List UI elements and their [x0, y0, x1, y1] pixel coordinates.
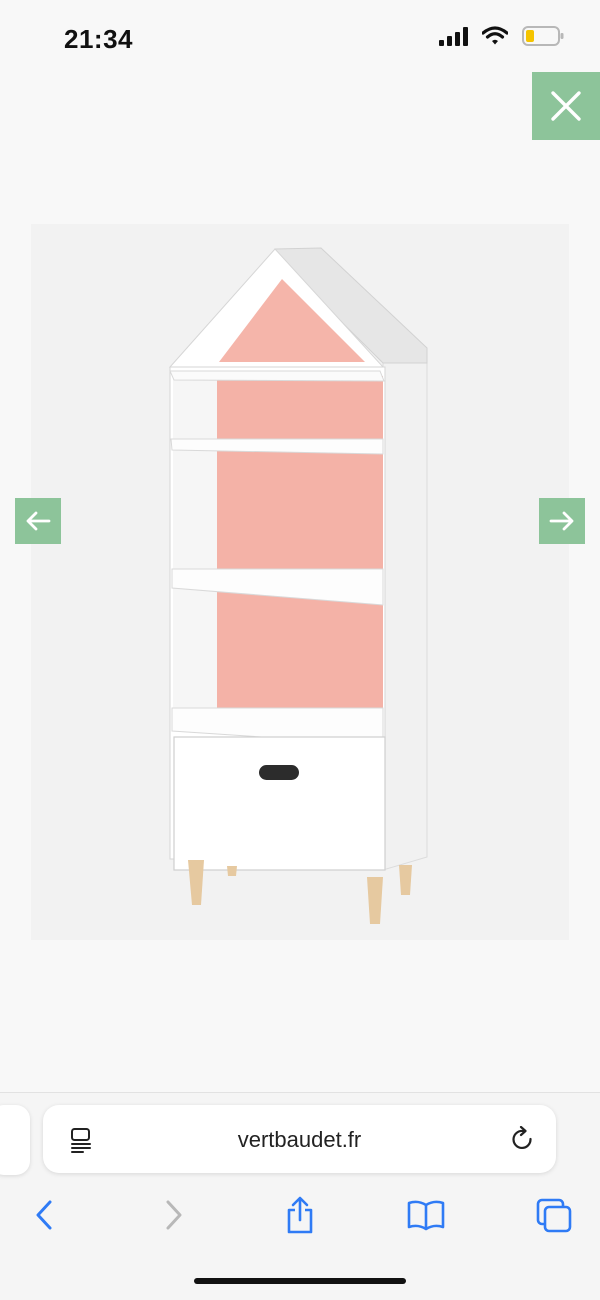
cellular-signal-icon — [439, 26, 468, 46]
home-indicator — [194, 1278, 406, 1284]
status-bar: 21:34 — [0, 0, 600, 80]
close-icon — [551, 91, 581, 121]
product-image — [31, 224, 569, 940]
arrow-left-icon — [26, 511, 51, 531]
battery-low-icon — [522, 26, 564, 46]
back-button[interactable] — [22, 1193, 66, 1237]
arrow-right-icon — [549, 511, 574, 531]
status-icons — [439, 26, 564, 46]
tabs-button[interactable] — [532, 1193, 576, 1237]
previous-tab-preview[interactable] — [0, 1105, 30, 1175]
share-icon — [287, 1196, 313, 1234]
url-text: vertbaudet.fr — [237, 1127, 362, 1152]
bookmarks-button[interactable] — [404, 1193, 448, 1237]
book-icon — [407, 1200, 445, 1231]
tabs-icon — [536, 1198, 572, 1233]
chevron-left-icon — [36, 1200, 52, 1230]
wifi-icon — [482, 26, 508, 45]
chevron-right-icon — [166, 1200, 182, 1230]
status-time: 21:34 — [64, 24, 133, 54]
forward-button[interactable] — [152, 1193, 196, 1237]
browser-toolbar-area: vertbaudet.fr — [0, 1092, 600, 1300]
close-button[interactable] — [532, 72, 600, 140]
address-bar[interactable]: vertbaudet.fr — [43, 1105, 556, 1173]
previous-image-button[interactable] — [15, 498, 61, 544]
share-button[interactable] — [278, 1193, 322, 1237]
reload-icon[interactable] — [510, 1126, 536, 1154]
house-bookcase-illustration — [168, 247, 428, 924]
next-image-button[interactable] — [539, 498, 585, 544]
